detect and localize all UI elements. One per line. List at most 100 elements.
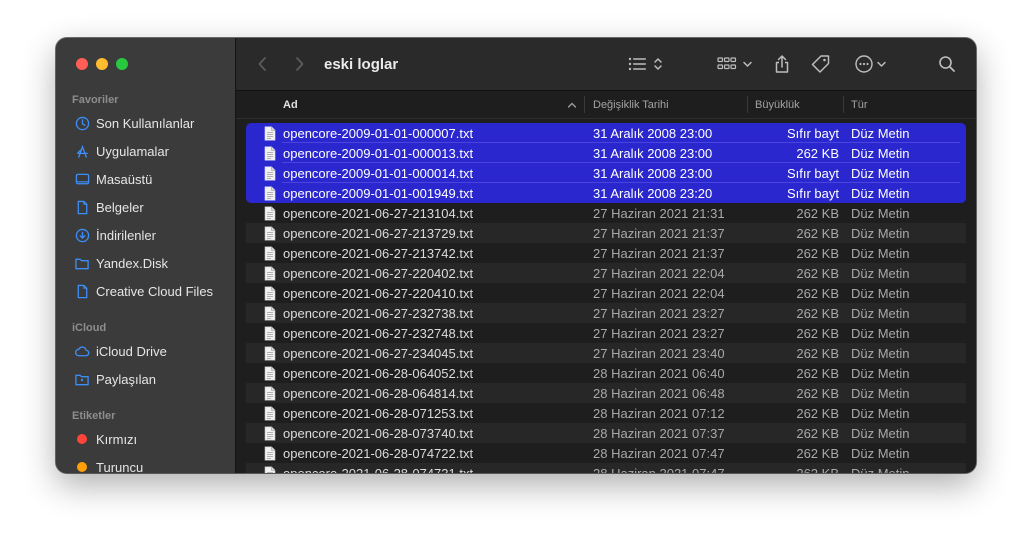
column-separator[interactable] (747, 96, 748, 113)
file-name: opencore-2009-01-01-000013.txt (283, 145, 474, 161)
file-size: 262 KB (796, 385, 839, 401)
file-name: opencore-2021-06-27-234045.txt (283, 345, 474, 361)
tags-button[interactable] (810, 38, 832, 90)
column-separator[interactable] (843, 96, 844, 113)
chevron-left-icon (258, 57, 266, 71)
file-row[interactable]: opencore-2021-06-27-232738.txt 27 Haziran… (246, 303, 966, 323)
sidebar-item-shared[interactable]: Paylaşılan (74, 368, 156, 390)
file-row[interactable]: opencore-2021-06-27-213729.txt 27 Haziran… (246, 223, 966, 243)
list-view-icon (628, 57, 662, 71)
close-button[interactable] (76, 58, 88, 70)
file-row[interactable]: opencore-2021-06-27-213742.txt 27 Haziran… (246, 243, 966, 263)
file-row[interactable]: opencore-2021-06-28-074731.txt 28 Haziran… (246, 463, 966, 473)
sidebar-item-downloads[interactable]: İndirilenler (74, 224, 156, 246)
file-row[interactable]: opencore-2021-06-28-064814.txt 28 Haziran… (246, 383, 966, 403)
file-kind: Düz Metin (851, 445, 910, 461)
file-size: 262 KB (796, 405, 839, 421)
document-icon (74, 283, 90, 299)
share-icon (775, 55, 789, 73)
search-button[interactable] (938, 38, 956, 90)
file-date: 28 Haziran 2021 07:37 (593, 425, 725, 441)
sidebar-item-label: Turuncu (96, 459, 144, 474)
view-options-button[interactable] (628, 38, 668, 90)
file-kind: Düz Metin (851, 425, 910, 441)
file-row[interactable]: opencore-2021-06-27-220410.txt 27 Haziran… (246, 283, 966, 303)
file-date: 31 Aralık 2008 23:00 (593, 125, 713, 141)
sidebar-item-yandex-disk[interactable]: Yandex.Disk (74, 252, 168, 274)
file-row[interactable]: opencore-2021-06-28-064052.txt 28 Haziran… (246, 363, 966, 383)
file-kind: Düz Metin (851, 165, 910, 181)
sidebar-item-creative-cloud[interactable]: Creative Cloud Files (74, 280, 213, 302)
minimize-button[interactable] (96, 58, 108, 70)
text-file-icon (264, 383, 276, 403)
file-name: opencore-2021-06-27-213104.txt (283, 205, 474, 221)
more-options-icon (855, 55, 886, 73)
file-row[interactable]: opencore-2021-06-28-073740.txt 28 Haziran… (246, 423, 966, 443)
file-name: opencore-2009-01-01-001949.txt (283, 185, 474, 201)
action-menu-button[interactable] (854, 38, 890, 90)
sidebar-item-label: Kırmızı (96, 431, 138, 447)
sidebar-item-documents[interactable]: Belgeler (74, 196, 144, 218)
file-row[interactable]: opencore-2021-06-28-071253.txt 28 Haziran… (246, 403, 966, 423)
forward-button[interactable] (292, 38, 306, 90)
favorites-section-title: Favoriler (72, 94, 119, 106)
sidebar-item-label: Yandex.Disk (96, 255, 169, 271)
sidebar-item-label: Uygulamalar (96, 143, 169, 159)
file-row[interactable]: opencore-2021-06-27-213104.txt 27 Haziran… (246, 203, 966, 223)
text-file-icon (264, 423, 276, 443)
window-title: eski loglar (324, 55, 399, 73)
sidebar-item-tag-red[interactable]: Kırmızı (74, 428, 137, 450)
file-name: opencore-2021-06-27-213742.txt (283, 245, 474, 261)
group-button[interactable] (717, 38, 755, 90)
file-size: 262 KB (796, 325, 839, 341)
file-row[interactable]: opencore-2009-01-01-000014.txt 31 Aralık … (246, 163, 966, 183)
file-date: 28 Haziran 2021 07:47 (593, 445, 725, 461)
file-name: opencore-2021-06-28-074722.txt (283, 445, 474, 461)
sidebar-item-tag-orange[interactable]: Turuncu (74, 456, 143, 473)
file-row[interactable]: opencore-2009-01-01-000007.txt 31 Aralık … (246, 123, 966, 143)
tag-icon (811, 55, 830, 73)
file-kind: Düz Metin (851, 205, 910, 221)
text-file-icon (264, 203, 276, 223)
text-file-icon (264, 443, 276, 463)
zoom-button[interactable] (116, 58, 128, 70)
grid-icon (717, 57, 752, 70)
column-date[interactable]: Değişiklik Tarihi (593, 91, 669, 118)
file-row[interactable]: opencore-2021-06-28-074722.txt 28 Haziran… (246, 443, 966, 463)
file-size: 262 KB (796, 465, 839, 474)
sidebar-item-label: Masaüstü (96, 171, 153, 187)
file-name: opencore-2021-06-27-220402.txt (283, 265, 474, 281)
file-date: 27 Haziran 2021 23:27 (593, 305, 725, 321)
file-date: 28 Haziran 2021 07:47 (593, 465, 725, 474)
sidebar-item-desktop[interactable]: Masaüstü (74, 168, 152, 190)
column-kind[interactable]: Tür (851, 91, 868, 118)
search-icon (939, 56, 955, 72)
file-size: 262 KB (796, 285, 839, 301)
file-size: 262 KB (796, 425, 839, 441)
column-size[interactable]: Büyüklük (755, 91, 800, 118)
file-row[interactable]: opencore-2021-06-27-232748.txt 27 Haziran… (246, 323, 966, 343)
sidebar-item-icloud-drive[interactable]: iCloud Drive (74, 340, 167, 362)
column-separator[interactable] (584, 96, 585, 113)
text-file-icon (264, 303, 276, 323)
text-file-icon (264, 343, 276, 363)
download-icon (74, 227, 90, 243)
file-row[interactable]: opencore-2009-01-01-000013.txt 31 Aralık … (246, 143, 966, 163)
chevron-right-icon (296, 57, 304, 71)
share-button[interactable] (773, 38, 791, 90)
back-button[interactable] (256, 38, 270, 90)
sidebar-item-applications[interactable]: Uygulamalar (74, 140, 169, 162)
sidebar-item-recents[interactable]: Son Kullanılanlar (74, 112, 194, 134)
file-kind: Düz Metin (851, 405, 910, 421)
file-size: Sıfır bayt (786, 165, 839, 181)
main-area: eski loglar Ad Değişiklik Tarihi Büyüklü… (236, 38, 976, 473)
folder-icon (74, 255, 90, 271)
sidebar: Favoriler Son Kullanılanlar Uygulamalar … (56, 38, 236, 473)
file-kind: Düz Metin (851, 225, 910, 241)
column-name[interactable]: Ad (283, 91, 298, 118)
file-row[interactable]: opencore-2021-06-27-220402.txt 27 Haziran… (246, 263, 966, 283)
file-row[interactable]: opencore-2009-01-01-001949.txt 31 Aralık … (246, 183, 966, 203)
file-kind: Düz Metin (851, 365, 910, 381)
file-row[interactable]: opencore-2021-06-27-234045.txt 27 Haziran… (246, 343, 966, 363)
sort-ascending-icon[interactable] (567, 91, 577, 118)
